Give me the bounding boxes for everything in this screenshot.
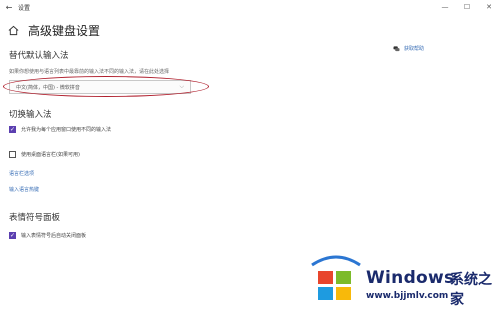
dropdown-value: 中文(简体，中国) - 微软拼音 [16, 84, 80, 91]
watermark-url: www.bjjmlv.com [366, 291, 449, 301]
override-input-description: 如果你想使用与语言列表中最靠前的输入法不同的输入法，请在此处选择 [9, 69, 170, 75]
emoji-autoclose-checkbox-row[interactable]: ✓ 输入表情符号后自动关闭面板 [9, 232, 86, 239]
get-help-label: 获取帮助 [404, 46, 425, 52]
minimize-button[interactable]: — [434, 3, 456, 11]
close-button[interactable]: ✕ [478, 3, 500, 11]
title-bar: ← 设置 — ☐ ✕ [0, 0, 500, 14]
language-bar-options-link[interactable]: 语言栏选项 [9, 170, 34, 177]
desktop-language-bar-label: 使用桌面语言栏(如果可用) [21, 152, 80, 158]
page-title: 高级键盘设置 [28, 24, 101, 38]
emoji-panel-title: 表情符号面板 [9, 213, 61, 223]
get-help-link[interactable]: 获取帮助 [393, 45, 424, 52]
per-app-input-label: 允许我为每个应用窗口使用不同的输入法 [21, 127, 112, 133]
desktop-language-bar-checkbox-row[interactable]: 使用桌面语言栏(如果可用) [9, 151, 80, 158]
back-button[interactable]: ← [0, 3, 18, 12]
watermark-brand: Windows [366, 268, 455, 288]
windows-logo [311, 255, 361, 300]
switch-input-title: 切换输入法 [9, 110, 52, 120]
emoji-autoclose-label: 输入表情符号后自动关闭面板 [21, 233, 87, 239]
watermark: Windows 系统之家 www.bjjmlv.com [308, 255, 498, 308]
override-input-title: 替代默认输入法 [9, 51, 69, 61]
window-title: 设置 [18, 4, 31, 12]
emoji-autoclose-checkbox[interactable]: ✓ [9, 232, 16, 239]
maximize-button[interactable]: ☐ [456, 3, 478, 11]
per-app-input-checkbox-row[interactable]: ✓ 允许我为每个应用窗口使用不同的输入法 [9, 126, 111, 133]
page-heading: 高级键盘设置 [8, 22, 100, 39]
watermark-chinese: 系统之家 [450, 272, 492, 308]
home-icon[interactable] [8, 25, 19, 36]
desktop-language-bar-checkbox[interactable] [9, 151, 16, 158]
chevron-down-icon: ⌵ [179, 83, 184, 90]
input-method-dropdown[interactable]: 中文(简体，中国) - 微软拼音 ⌵ [9, 80, 191, 94]
chat-help-icon [393, 45, 400, 51]
per-app-input-checkbox[interactable]: ✓ [9, 126, 16, 133]
input-language-hotkeys-link[interactable]: 输入语言热键 [9, 186, 39, 193]
